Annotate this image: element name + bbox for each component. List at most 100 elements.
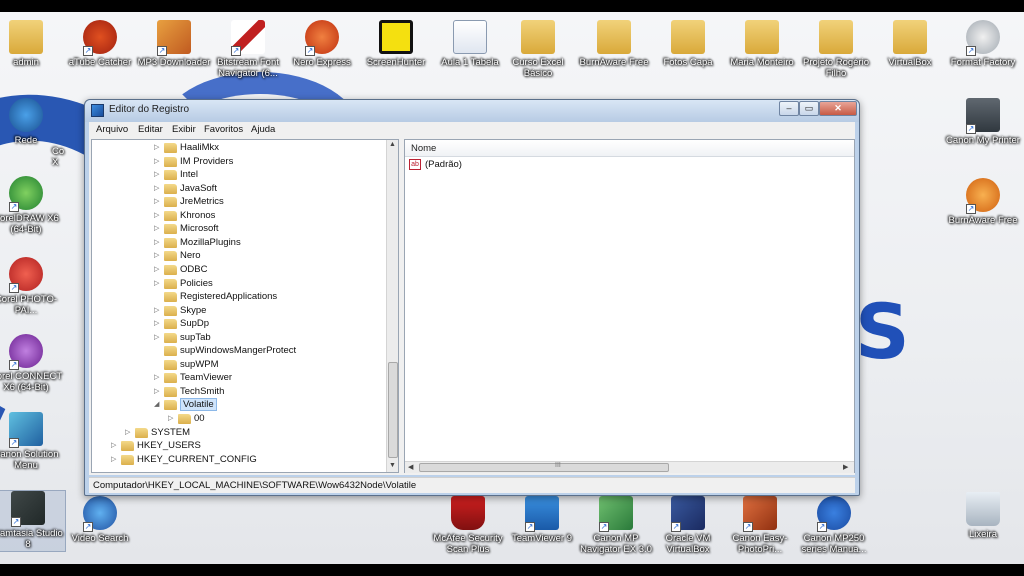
desktop-icon-admin[interactable]: admin <box>0 20 64 68</box>
folder-icon <box>745 20 779 54</box>
desktop-icon-canon-solution[interactable]: ↗ Canon Solution Menu <box>0 412 64 471</box>
desktop-icon-screenhunter[interactable]: ScreenHunter <box>358 20 434 68</box>
registry-editor-icon <box>91 104 104 117</box>
shortcut-arrow-icon: ↗ <box>525 522 535 532</box>
scroll-up-icon[interactable]: ▲ <box>389 141 396 148</box>
desktop-icon-oracle-virtualbox[interactable]: ↗ Oracle VM VirtualBox <box>650 496 726 555</box>
scroll-left-icon[interactable]: ◀ <box>408 463 413 471</box>
string-value-icon: ab <box>409 159 421 170</box>
desktop-icon-rede[interactable]: Rede <box>0 98 64 146</box>
expander-icon[interactable]: ▷ <box>154 184 162 192</box>
scroll-down-icon[interactable]: ▼ <box>389 462 396 469</box>
expander-icon[interactable]: ▷ <box>111 455 119 463</box>
desktop-icon-bitstream[interactable]: ↗ Bitstream Font Navigator (6... <box>210 20 286 79</box>
desktop-icon-virtualbox-folder[interactable]: VirtualBox <box>872 20 948 68</box>
minimize-button[interactable]: – <box>779 101 799 116</box>
shortcut-arrow-icon: ↗ <box>305 46 315 56</box>
column-name-header[interactable]: Nome <box>411 143 436 154</box>
menu-ajuda[interactable]: Ajuda <box>251 124 275 135</box>
corel-connect-icon: ↗ <box>9 334 43 370</box>
expander-icon[interactable]: ◢ <box>154 400 162 408</box>
desktop-icon-coreldraw[interactable]: ↗ CorelDRAW X6 (64-Bit) <box>0 176 64 235</box>
expander-icon[interactable]: ▷ <box>154 157 162 165</box>
desktop-icon-maria[interactable]: Maria Monteiro <box>724 20 800 68</box>
column-header[interactable]: Nome <box>405 140 854 157</box>
menu-arquivo[interactable]: Arquivo <box>96 124 128 135</box>
title-bar[interactable]: Editor do Registro – ▭ ✕ <box>85 100 859 122</box>
desktop-icon-video-search[interactable]: ↗ Video Search <box>62 496 138 544</box>
printer-icon: ↗ <box>966 98 1000 134</box>
tree-node-label: supWindowsMangerProtect <box>180 345 297 357</box>
desktop-icon-lixeira[interactable]: Lixeira <box>945 492 1021 540</box>
burnaware-icon: ↗ <box>966 178 1000 214</box>
desktop: S admin ↗ aTube Catcher ↗ MP3 Downloader… <box>0 12 1024 564</box>
expander-icon[interactable]: ▷ <box>154 279 162 287</box>
close-button[interactable]: ✕ <box>819 101 857 116</box>
desktop-icon-teamviewer[interactable]: ↗ TeamViewer 9 <box>504 496 580 544</box>
tree-vertical-scrollbar[interactable]: ▲ ▼ <box>386 140 398 472</box>
desktop-icon-atube[interactable]: ↗ aTube Catcher <box>62 20 138 68</box>
folder-icon <box>521 20 555 54</box>
tree-node-label: Volatile <box>180 398 217 412</box>
folder-icon <box>164 183 177 194</box>
maximize-button[interactable]: ▭ <box>799 101 819 116</box>
menu-exibir[interactable]: Exibir <box>172 124 196 135</box>
scroll-right-icon[interactable]: ▶ <box>843 463 848 471</box>
help-manual-icon: ↗ <box>817 496 851 532</box>
expander-icon[interactable]: ▷ <box>168 414 176 422</box>
tree-node-label: JreMetrics <box>180 196 224 208</box>
folder-icon <box>164 237 177 248</box>
tree-node-label: Khronos <box>180 209 216 221</box>
desktop-icon-fotos-capa[interactable]: Fotos Capa <box>650 20 726 68</box>
expander-icon[interactable]: ▷ <box>154 333 162 341</box>
shortcut-arrow-icon: ↗ <box>231 46 241 56</box>
expander-icon[interactable]: ▷ <box>154 224 162 232</box>
desktop-icon-projeto[interactable]: Projeto Rogério Filho <box>798 20 874 79</box>
expander-icon[interactable]: ▷ <box>154 373 162 381</box>
expander-icon[interactable]: ▷ <box>154 238 162 246</box>
coreldraw-icon: ↗ <box>9 176 43 212</box>
folder-icon <box>893 20 927 54</box>
menu-editar[interactable]: Editar <box>138 124 163 135</box>
desktop-icon-aula[interactable]: Aula 1 Tabela <box>432 20 508 68</box>
desktop-icon-canon-my-printer[interactable]: ↗ Canon My Printer <box>945 98 1021 146</box>
expander-icon[interactable]: ▷ <box>154 170 162 178</box>
expander-icon[interactable]: ▷ <box>111 441 119 449</box>
desktop-icon-canon-easy-photo[interactable]: ↗ Canon Easy-PhotoPri... <box>722 496 798 555</box>
desktop-icon-corel-photo[interactable]: ↗ Corel PHOTO-PAI... <box>0 257 64 316</box>
desktop-icon-format-factory[interactable]: ↗ Format Factory <box>945 20 1021 68</box>
expander-icon[interactable]: ▷ <box>154 319 162 327</box>
desktop-icon-curso-excel[interactable]: Curso Excel Básico <box>500 20 576 79</box>
menu-favoritos[interactable]: Favoritos <box>204 124 243 135</box>
tree-node-label: Intel <box>180 169 198 181</box>
list-horizontal-scrollbar[interactable]: ◀ III ▶ <box>405 461 854 473</box>
expander-icon[interactable]: ▷ <box>154 197 162 205</box>
tree-node-label: IM Providers <box>180 155 234 167</box>
desktop-icon-corel-connect[interactable]: ↗ Corel CONNECT X6 (64-Bit) <box>0 334 64 393</box>
tree-node-label: MozillaPlugins <box>180 236 241 248</box>
desktop-icon-mp3[interactable]: ↗ MP3 Downloader <box>136 20 212 68</box>
expander-icon[interactable]: ▷ <box>154 265 162 273</box>
desktop-icon-camtasia[interactable]: ↗ Camtasia Studio 8 <box>0 490 66 552</box>
expander-icon[interactable]: ▷ <box>154 306 162 314</box>
expander-icon[interactable]: ▷ <box>125 428 133 436</box>
expander-icon[interactable]: ▷ <box>154 387 162 395</box>
shortcut-arrow-icon: ↗ <box>9 202 19 212</box>
expander-icon[interactable]: ▷ <box>154 143 162 151</box>
desktop-icon-mcafee[interactable]: McAfee Security Scan Plus <box>430 496 506 555</box>
desktop-icon-burnaware[interactable]: ↗ BurnAware Free <box>945 178 1021 226</box>
shortcut-arrow-icon: ↗ <box>966 204 976 214</box>
desktop-icon-canon-navigator[interactable]: ↗ Canon MP Navigator EX 3.0 <box>578 496 654 555</box>
folder-icon <box>9 20 43 54</box>
tree-node-label: Skype <box>180 304 207 316</box>
list-scroll-thumb[interactable]: III <box>419 462 669 472</box>
tree-scroll-thumb[interactable] <box>388 362 398 458</box>
desktop-icon-nero[interactable]: ↗ Nero Express <box>284 20 360 68</box>
desktop-icon-burnaware-top[interactable]: BurnAware Free <box>576 20 652 68</box>
expander-icon[interactable]: ▷ <box>154 251 162 259</box>
expander-icon[interactable]: ▷ <box>154 211 162 219</box>
shortcut-arrow-icon: ↗ <box>671 522 681 532</box>
virtualbox-icon: ↗ <box>671 496 705 532</box>
folder-icon <box>164 264 177 275</box>
desktop-icon-canon-mp250[interactable]: ↗ Canon MP250 series Manua... <box>796 496 872 555</box>
